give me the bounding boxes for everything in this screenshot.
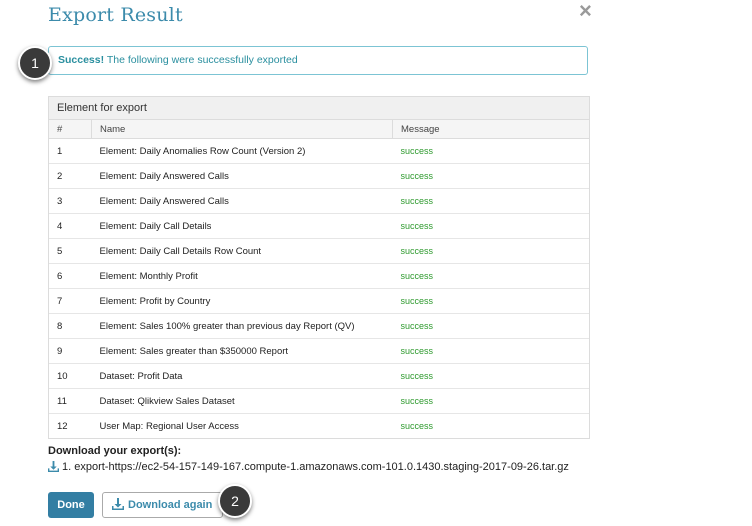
done-button[interactable]: Done <box>48 492 94 518</box>
download-again-label: Download again <box>128 499 213 511</box>
row-message: success <box>392 188 589 214</box>
row-message: success <box>392 213 589 239</box>
close-icon[interactable]: × <box>579 0 592 22</box>
header-num: # <box>49 120 92 139</box>
row-num: 4 <box>49 213 92 239</box>
table-row: 11 Dataset: Qlikview Sales Dataset success <box>49 388 589 414</box>
table-row: 4 Element: Daily Call Details success <box>49 213 589 239</box>
row-name: Dataset: Qlikview Sales Dataset <box>91 388 393 414</box>
row-name: Element: Daily Anomalies Row Count (Vers… <box>99 145 306 157</box>
row-name: Element: Sales greater than $350000 Repo… <box>91 338 393 364</box>
results-table: # Name Message 1 Element: Daily Anomalies… <box>49 120 589 438</box>
row-num: 2 <box>49 163 92 189</box>
table-row: 5 Element: Daily Call Details Row Count su… <box>49 238 589 264</box>
row-name: Element: Daily Answered Calls <box>91 163 393 189</box>
row-message: success <box>392 313 589 339</box>
table-caption: Element for export <box>49 97 589 120</box>
header-message: Message <box>392 120 589 139</box>
callout-badge-1: 1 <box>18 46 52 80</box>
table-row: 12 User Map: Regional User Access success <box>49 413 589 438</box>
row-message: success <box>392 388 589 414</box>
download-again-button[interactable]: Download again <box>102 492 223 518</box>
row-num: 7 <box>49 288 92 314</box>
row-message: success <box>392 413 589 438</box>
row-message: success <box>392 288 589 314</box>
row-num: 9 <box>49 338 92 364</box>
row-name: Element: Monthly Profit <box>91 263 393 289</box>
row-num: 11 <box>49 388 92 414</box>
row-message: success <box>392 363 589 389</box>
table-header-row: # Name Message <box>49 120 589 139</box>
row-name: Element: Profit by Country <box>91 288 393 314</box>
download-link[interactable]: 1. export-https://ec2-54-157-149-167.com… <box>48 461 569 475</box>
table-row: 2 Element: Daily Answered Calls success <box>49 163 589 189</box>
table-row: 1 Element: Daily Anomalies Row Count (Ver… <box>49 139 589 164</box>
download-icon <box>48 461 59 475</box>
row-name: Element: Daily Call Details Row Count <box>91 238 393 264</box>
row-message: success <box>392 338 589 364</box>
row-message: success <box>392 163 589 189</box>
row-message: success <box>400 146 434 156</box>
row-num: 12 <box>49 413 92 438</box>
row-message: success <box>392 263 589 289</box>
alert-strong: Success! <box>58 54 105 66</box>
download-link-text[interactable]: 1. export-https://ec2-54-157-149-167.com… <box>62 461 569 473</box>
success-alert: Success! The following were successfully… <box>48 46 588 75</box>
download-heading: Download your export(s): <box>48 445 182 457</box>
dialog-title: Export Result <box>48 4 183 26</box>
row-name: Element: Daily Call Details <box>91 213 393 239</box>
row-name: Element: Sales 100% greater than previou… <box>91 313 393 339</box>
row-name: Dataset: Profit Data <box>91 363 393 389</box>
table-row: 3 Element: Daily Answered Calls success <box>49 188 589 214</box>
row-num: 8 <box>49 313 92 339</box>
header-name: Name <box>91 120 393 139</box>
callout-badge-2: 2 <box>218 484 252 518</box>
table-row: 9 Element: Sales greater than $350000 Rep… <box>49 338 589 364</box>
row-name: Element: Daily Answered Calls <box>91 188 393 214</box>
row-num: 1 <box>57 145 63 157</box>
row-num: 5 <box>49 238 92 264</box>
row-name: User Map: Regional User Access <box>91 413 393 438</box>
row-num: 6 <box>49 263 92 289</box>
row-num: 3 <box>49 188 92 214</box>
table-row: 6 Element: Monthly Profit success <box>49 263 589 289</box>
download-icon <box>112 498 124 510</box>
table-row: 8 Element: Sales 100% greater than previo… <box>49 313 589 339</box>
row-num: 10 <box>49 363 92 389</box>
alert-text: The following were successfully exported <box>104 54 298 66</box>
table-row: 7 Element: Profit by Country success <box>49 288 589 314</box>
table-row: 10 Dataset: Profit Data success <box>49 363 589 389</box>
row-message: success <box>392 238 589 264</box>
export-table: Element for export # Name Message 1 Eleme… <box>48 96 590 439</box>
